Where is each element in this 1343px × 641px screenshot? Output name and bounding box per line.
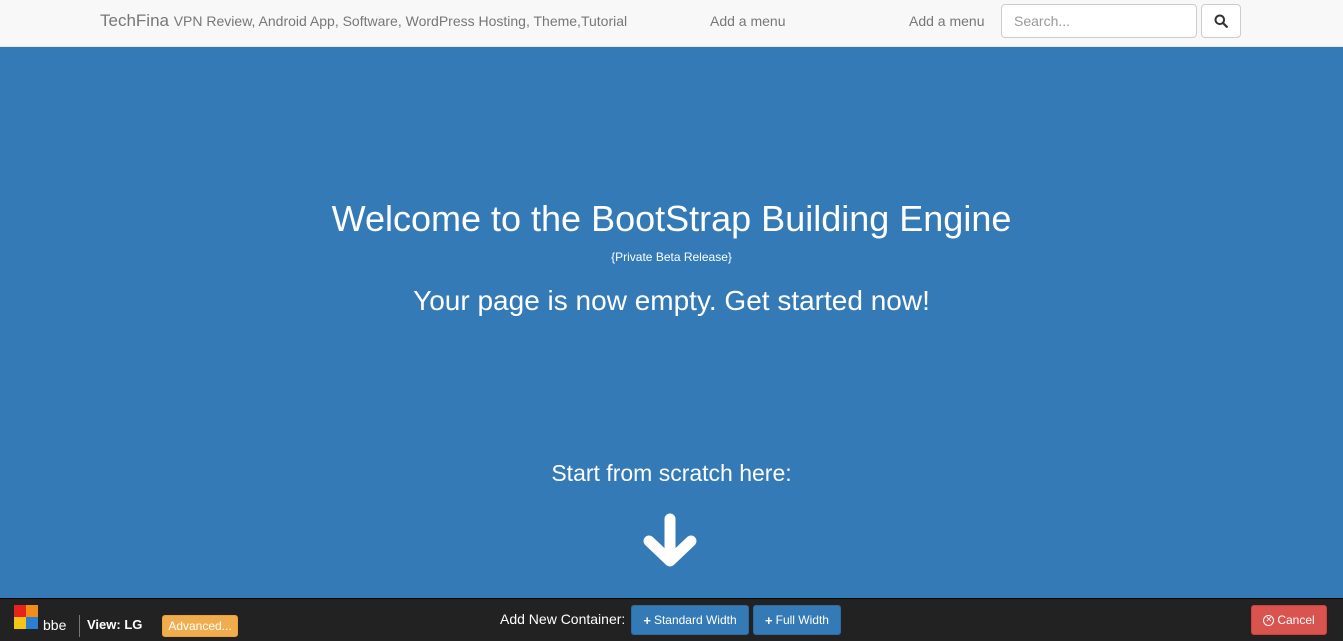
brand-tagline[interactable]: VPN Review, Android App, Software, WordP…: [174, 13, 627, 29]
brand-name[interactable]: TechFina: [100, 11, 169, 30]
standard-width-label: Standard Width: [653, 613, 737, 627]
search-button[interactable]: [1201, 4, 1241, 38]
builder-toolbar: bbe View: LG Advanced... Add New Contain…: [0, 598, 1343, 641]
advanced-button[interactable]: Advanced...: [162, 615, 238, 637]
cancel-button[interactable]: ✕ Cancel: [1251, 605, 1327, 635]
cancel-circle-icon: ✕: [1263, 614, 1275, 626]
cancel-label: Cancel: [1277, 613, 1315, 627]
plus-icon: +: [765, 612, 773, 628]
bbe-logo: [14, 605, 38, 629]
site-brand[interactable]: TechFina VPN Review, Android App, Softwa…: [100, 11, 627, 31]
start-from-scratch-label: Start from scratch here:: [551, 460, 792, 486]
full-width-button[interactable]: + Full Width: [753, 605, 841, 635]
search-icon: [1214, 14, 1228, 28]
search-input[interactable]: [1001, 4, 1197, 38]
arrow-down-icon[interactable]: [641, 512, 699, 568]
top-navbar: TechFina VPN Review, Android App, Softwa…: [0, 0, 1343, 47]
add-container-label: Add New Container:: [500, 611, 626, 627]
full-width-label: Full Width: [775, 613, 829, 627]
hero-subtitle: {Private Beta Release}: [611, 250, 732, 264]
hero-title: Welcome to the BootStrap Building Engine: [331, 198, 1012, 239]
toolbar-divider: [79, 615, 80, 637]
standard-width-button[interactable]: + Standard Width: [631, 605, 749, 635]
hero-lead: Your page is now empty. Get started now!: [413, 285, 930, 316]
bbe-name: bbe: [43, 617, 67, 633]
view-size-label: View: LG: [87, 617, 143, 632]
plus-icon: +: [643, 612, 651, 628]
nav-menu-link-2[interactable]: Add a menu: [909, 13, 985, 29]
nav-menu-link-1[interactable]: Add a menu: [710, 13, 786, 29]
